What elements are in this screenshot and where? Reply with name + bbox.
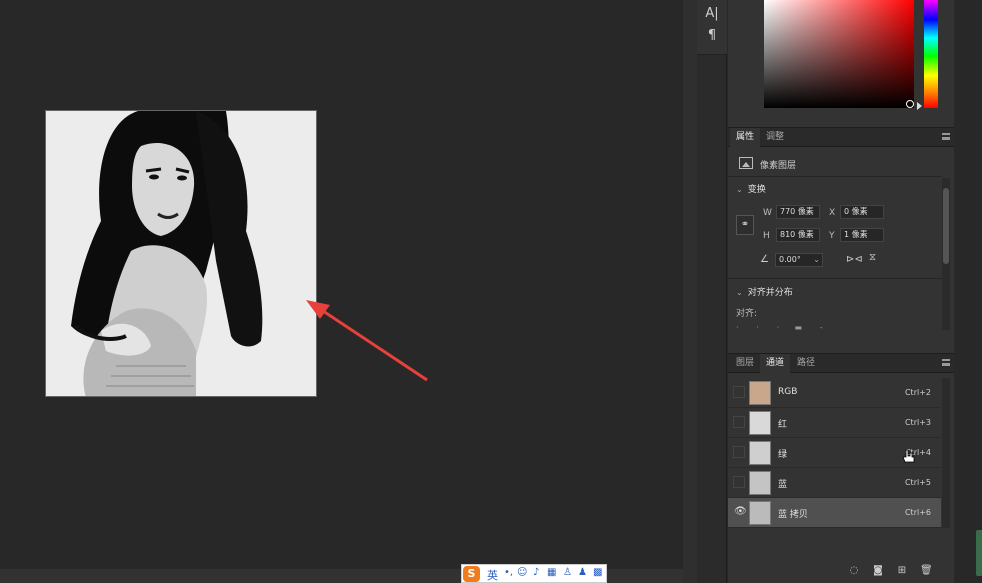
hue-slider[interactable] xyxy=(924,0,938,108)
properties-tabbar: 属性 调整 xyxy=(728,127,954,147)
sogou-logo-icon[interactable]: S xyxy=(463,566,480,582)
channel-thumbnail xyxy=(749,381,771,405)
scrollbar-thumb[interactable] xyxy=(943,188,949,264)
y-field[interactable]: 1 像素 xyxy=(840,228,884,242)
annotation-arrow-icon xyxy=(306,300,428,382)
keyboard-icon[interactable]: ▦ xyxy=(547,567,556,578)
color-picker-field[interactable] xyxy=(764,0,914,108)
height-field[interactable]: 810 像素 xyxy=(776,228,820,242)
channel-thumbnail xyxy=(749,471,771,495)
tab-properties[interactable]: 属性 xyxy=(730,128,761,147)
channel-row-blue-copy[interactable]: 👁 蓝 拷贝 Ctrl+6 xyxy=(728,498,941,528)
visibility-toggle[interactable] xyxy=(733,446,745,458)
channel-name: 蓝 xyxy=(778,480,788,490)
panel-dock-strip: A| ¶ xyxy=(697,0,727,583)
channel-name: 绿 xyxy=(778,450,788,460)
channel-row-red[interactable]: 红 Ctrl+3 xyxy=(728,408,941,438)
edge-tab[interactable] xyxy=(976,530,982,576)
document-image[interactable] xyxy=(45,110,317,397)
angle-icon: ∠ xyxy=(760,254,769,265)
portrait-image xyxy=(46,111,316,396)
align-section-header[interactable]: ⌄ 对齐并分布 xyxy=(736,285,793,298)
channel-thumbnail xyxy=(749,501,771,525)
link-icon[interactable]: ⚭ xyxy=(736,215,754,235)
y-label: Y xyxy=(829,231,835,241)
delete-channel-icon[interactable]: 🗑 xyxy=(920,565,933,576)
visibility-toggle[interactable] xyxy=(733,476,745,488)
user-icon[interactable]: ♙ xyxy=(563,567,572,578)
align-buttons-row[interactable]: · · · ▬ - xyxy=(736,323,823,332)
flip-vertical-icon[interactable]: ⧖ xyxy=(869,252,876,263)
x-label: X xyxy=(829,208,836,218)
height-label: H xyxy=(763,231,770,241)
hue-slider-marker-icon[interactable] xyxy=(917,102,922,110)
angle-field[interactable]: 0.00° ⌄ xyxy=(775,253,823,267)
pixel-layer-icon xyxy=(739,157,753,169)
panel-menu-icon[interactable] xyxy=(942,359,950,366)
channel-row-rgb[interactable]: RGB Ctrl+2 xyxy=(728,378,941,408)
properties-scrollbar[interactable] xyxy=(942,178,950,330)
right-edge xyxy=(954,0,982,583)
tab-adjustments[interactable]: 调整 xyxy=(760,128,790,147)
layer-type-label: 像素图层 xyxy=(760,161,797,171)
ime-toolbar[interactable]: S 英 •, ☺ ♪ ▦ ♙ ♟ ▩ xyxy=(461,564,607,583)
channel-shortcut: Ctrl+5 xyxy=(904,478,931,487)
channel-shortcut: Ctrl+6 xyxy=(904,508,931,517)
character-panel-icon[interactable]: A| xyxy=(697,6,727,21)
tab-paths[interactable]: 路径 xyxy=(791,354,821,373)
microphone-icon[interactable]: ♪ xyxy=(533,567,539,578)
divider xyxy=(728,278,942,279)
align-subtitle: 对齐: xyxy=(736,309,758,319)
divider xyxy=(728,176,942,177)
flip-horizontal-icon[interactable]: ⊳⊲ xyxy=(846,254,863,265)
channel-name: 红 xyxy=(778,420,788,430)
eye-icon[interactable]: 👁 xyxy=(733,506,747,518)
visibility-toggle[interactable] xyxy=(733,386,745,398)
transform-title: 变换 xyxy=(747,185,766,195)
right-panel: 属性 调整 像素图层 ⌄ 变换 ⚭ W 770 像素 X 0 像素 H 810 像… xyxy=(728,0,954,583)
ime-language-toggle[interactable]: 英 xyxy=(487,567,498,583)
canvas-vertical-scrollbar[interactable] xyxy=(683,0,697,583)
channels-scrollbar[interactable] xyxy=(942,378,950,528)
angle-value: 0.00° xyxy=(779,255,801,264)
channels-tabbar: 图层 通道 路径 xyxy=(728,353,954,373)
channel-shortcut: Ctrl+3 xyxy=(904,418,931,427)
paragraph-panel-icon[interactable]: ¶ xyxy=(697,28,727,43)
chevron-down-icon: ⌄ xyxy=(736,288,743,297)
color-picker-knob[interactable] xyxy=(906,100,914,108)
save-selection-icon[interactable]: ◙ xyxy=(872,565,884,576)
tab-layers[interactable]: 图层 xyxy=(730,354,760,373)
channel-thumbnail xyxy=(749,441,771,465)
width-label: W xyxy=(763,208,772,218)
chevron-down-icon[interactable]: ⌄ xyxy=(813,254,820,266)
skin-icon[interactable]: ♟ xyxy=(578,567,587,578)
transform-section-header[interactable]: ⌄ 变换 xyxy=(736,182,766,195)
width-field[interactable]: 770 像素 xyxy=(776,205,820,219)
channel-row-blue[interactable]: 蓝 Ctrl+5 xyxy=(728,468,941,498)
align-title: 对齐并分布 xyxy=(747,288,793,298)
emoji-icon[interactable]: ☺ xyxy=(517,567,527,578)
document-canvas[interactable] xyxy=(0,0,683,583)
channel-shortcut: Ctrl+2 xyxy=(904,388,931,397)
punctuation-icon[interactable]: •, xyxy=(504,567,513,578)
new-channel-icon[interactable]: ⊞ xyxy=(896,565,908,576)
visibility-toggle[interactable] xyxy=(733,416,745,428)
x-field[interactable]: 0 像素 xyxy=(840,205,884,219)
collapsed-panel-icons: A| ¶ xyxy=(697,0,727,55)
tab-channels[interactable]: 通道 xyxy=(760,354,791,373)
chevron-down-icon: ⌄ xyxy=(736,185,743,194)
load-selection-icon[interactable]: ◌ xyxy=(848,565,860,576)
panel-menu-icon[interactable] xyxy=(942,133,950,140)
channel-thumbnail xyxy=(749,411,771,435)
hand-cursor-icon xyxy=(902,449,915,463)
channel-name: 蓝 拷贝 xyxy=(778,510,808,520)
channel-name: RGB xyxy=(778,387,798,397)
toolbox-icon[interactable]: ▩ xyxy=(593,567,602,578)
